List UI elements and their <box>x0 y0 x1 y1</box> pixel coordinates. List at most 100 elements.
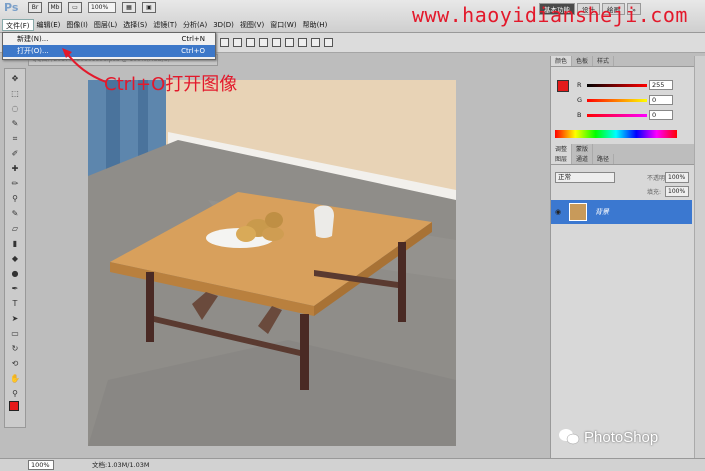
right-panels: 颜色 色板 样式 R 255 G 0 B 0 调整 蒙版 图层 通道 路径 正常… <box>550 56 705 458</box>
align-bottom-icon[interactable] <box>246 38 255 47</box>
screen-mode-icon[interactable]: ▣ <box>142 2 156 13</box>
color-panel-tabs: 颜色 色板 样式 <box>551 56 705 67</box>
slider-blue: B 0 <box>551 108 691 123</box>
auto-align-icon[interactable] <box>324 38 333 47</box>
layers-panel-tabs: 图层 通道 路径 <box>551 154 705 165</box>
align-top-icon[interactable] <box>220 38 229 47</box>
tab-paths[interactable]: 路径 <box>593 154 615 164</box>
tab-masks[interactable]: 蒙版 <box>572 144 594 154</box>
path-select-tool-icon[interactable]: ➤ <box>8 313 22 324</box>
wechat-icon <box>559 429 580 445</box>
align-center-icon[interactable] <box>272 38 281 47</box>
fill-input[interactable]: 100% <box>665 186 689 197</box>
arrange-docs-icon[interactable]: ▦ <box>122 2 136 13</box>
channel-label: G <box>577 96 583 104</box>
photoshop-window: Ps Br Mb ▭ 100% ▦ ▣ 基本功能 设计 绘画 » www.hao… <box>0 0 705 471</box>
color-spectrum-bar[interactable] <box>555 130 677 138</box>
history-brush-tool-icon[interactable]: ✎ <box>8 208 22 219</box>
hand-tool-icon[interactable]: ✋ <box>8 373 22 384</box>
crop-tool-icon[interactable]: ⌗ <box>8 133 22 144</box>
menu-item-open-label: 打开(O)... <box>17 47 49 55</box>
tab-color[interactable]: 颜色 <box>551 56 573 66</box>
menu-layer[interactable]: 图层(L) <box>91 19 120 31</box>
foreground-color-swatch[interactable] <box>9 401 19 411</box>
marquee-tool-icon[interactable]: ⬚ <box>8 88 22 99</box>
tab-adjustments[interactable]: 调整 <box>551 144 573 154</box>
tab-swatches[interactable]: 色板 <box>572 56 594 66</box>
menu-help[interactable]: 帮助(H) <box>300 19 331 31</box>
menu-filter[interactable]: 滤镜(T) <box>150 19 180 31</box>
wechat-watermark: PhotoShop <box>558 428 658 446</box>
visibility-eye-icon[interactable]: ◉ <box>555 208 561 216</box>
distribute-h-icon[interactable] <box>311 38 320 47</box>
lasso-tool-icon[interactable]: ◌ <box>8 103 22 114</box>
green-value-input[interactable]: 0 <box>649 95 673 105</box>
blue-slider[interactable] <box>587 114 647 117</box>
green-slider[interactable] <box>587 99 647 102</box>
menu-edit[interactable]: 编辑(E) <box>34 19 64 31</box>
blur-tool-icon[interactable]: ◆ <box>8 253 22 264</box>
healing-tool-icon[interactable]: ✚ <box>8 163 22 174</box>
status-bar: 100% 文档:1.03M/1.03M <box>0 458 705 471</box>
menu-image[interactable]: 图像(I) <box>63 19 91 31</box>
3d-rotate-tool-icon[interactable]: ↻ <box>8 343 22 354</box>
distribute-icon[interactable] <box>298 38 307 47</box>
quick-select-tool-icon[interactable]: ✎ <box>8 118 22 129</box>
annotation-callout: Ctrl+O打开图像 <box>104 74 238 95</box>
clone-stamp-tool-icon[interactable]: ⚲ <box>8 193 22 204</box>
move-tool-icon[interactable]: ✥ <box>8 73 22 84</box>
menu-analysis[interactable]: 分析(A) <box>180 19 210 31</box>
fill-label: 填充: <box>647 189 662 196</box>
minibridge-icon[interactable]: Mb <box>48 2 62 13</box>
status-zoom-field[interactable]: 100% <box>28 460 54 470</box>
blend-mode-select[interactable]: 正常 <box>555 172 615 183</box>
watermark-url: www.haoyidiansheji.com <box>412 3 688 27</box>
photoshop-logo: Ps <box>4 1 19 14</box>
red-slider[interactable] <box>587 84 647 87</box>
channel-label: R <box>577 81 582 89</box>
document-image <box>88 80 456 446</box>
tab-styles[interactable]: 样式 <box>593 56 615 66</box>
align-middle-icon[interactable] <box>233 38 242 47</box>
menu-row: 文件(F) 编辑(E) 图像(I) 图层(L) 选择(S) 滤镜(T) 分析(A… <box>2 18 330 32</box>
zoom-level-select[interactable]: 100% <box>88 2 116 13</box>
watermark-brand: PhotoShop <box>584 428 659 446</box>
tab-layers[interactable]: 图层 <box>551 154 573 164</box>
channel-label: B <box>577 111 582 119</box>
document-info[interactable]: 文档:1.03M/1.03M <box>92 460 150 470</box>
app-bar-icons: Br Mb ▭ 100% ▦ ▣ <box>28 2 156 13</box>
menu-item-new-label: 新建(N)... <box>17 35 49 43</box>
color-sliders: R 255 G 0 B 0 <box>551 78 691 123</box>
slider-red: R 255 <box>551 78 691 93</box>
red-value-input[interactable]: 255 <box>649 80 673 90</box>
pen-tool-icon[interactable]: ✒ <box>8 283 22 294</box>
menu-select[interactable]: 选择(S) <box>120 19 150 31</box>
bridge-icon[interactable]: Br <box>28 2 42 13</box>
layer-row-background[interactable]: ◉ 背景 <box>551 200 692 224</box>
eraser-tool-icon[interactable]: ▱ <box>8 223 22 234</box>
menu-3d[interactable]: 3D(D) <box>210 19 237 31</box>
menu-view[interactable]: 视图(V) <box>237 19 267 31</box>
shape-tool-icon[interactable]: ▭ <box>8 328 22 339</box>
menu-item-new-shortcut: Ctrl+N <box>181 35 205 43</box>
layer-thumbnail <box>569 203 587 221</box>
zoom-tool-icon[interactable]: ⚲ <box>8 388 22 399</box>
type-tool-icon[interactable]: T <box>8 298 22 309</box>
slider-green: G 0 <box>551 93 691 108</box>
3d-orbit-tool-icon[interactable]: ⟲ <box>8 358 22 369</box>
align-left-icon[interactable] <box>259 38 268 47</box>
menu-file[interactable]: 文件(F) <box>2 19 34 31</box>
opacity-input[interactable]: 100% <box>665 172 689 183</box>
panel-dock-strip <box>694 56 705 458</box>
menu-window[interactable]: 窗口(W) <box>267 19 299 31</box>
tab-channels[interactable]: 通道 <box>572 154 594 164</box>
menu-item-new[interactable]: 新建(N)... Ctrl+N <box>3 33 215 45</box>
gradient-tool-icon[interactable]: ▮ <box>8 238 22 249</box>
view-extras-icon[interactable]: ▭ <box>68 2 82 13</box>
brush-tool-icon[interactable]: ✏ <box>8 178 22 189</box>
align-right-icon[interactable] <box>285 38 294 47</box>
eyedropper-tool-icon[interactable]: ✐ <box>8 148 22 159</box>
toolbox: ✥ ⬚ ◌ ✎ ⌗ ✐ ✚ ✏ ⚲ ✎ ▱ ▮ ◆ ● ✒ T ➤ ▭ ↻ ⟲ … <box>4 68 26 428</box>
dodge-tool-icon[interactable]: ● <box>8 268 22 279</box>
blue-value-input[interactable]: 0 <box>649 110 673 120</box>
